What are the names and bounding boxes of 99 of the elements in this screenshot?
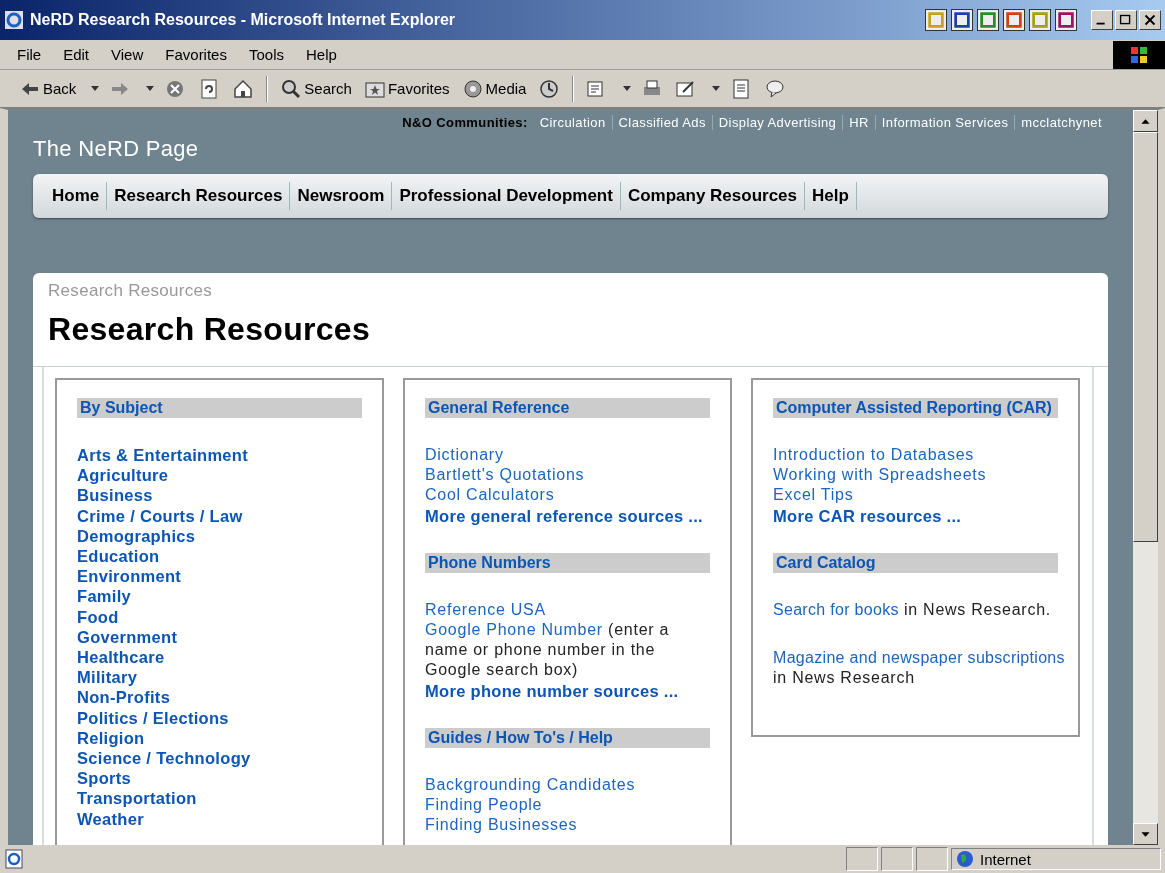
section-heading: Computer Assisted Reporting (CAR) (773, 398, 1058, 418)
app-launch-icon[interactable] (1003, 9, 1025, 31)
search-icon (280, 77, 303, 100)
window-title: NeRD Research Resources - Microsoft Internet Explorer (30, 11, 456, 29)
subject-link[interactable]: Demographics (77, 525, 362, 546)
home-icon (232, 77, 255, 100)
security-zone: Internet (980, 850, 1031, 868)
section-heading: Card Catalog (773, 552, 1058, 573)
app-launch-icon[interactable] (951, 9, 973, 31)
more-link[interactable]: More general reference sources ... (425, 505, 710, 526)
more-link[interactable]: More CAR resources ... (773, 505, 1058, 526)
resource-link[interactable]: Finding People (425, 795, 710, 816)
section-heading: By Subject (77, 398, 362, 418)
community-link[interactable]: Information Services (874, 115, 1015, 130)
menu-item[interactable]: Favorites (154, 46, 238, 63)
section-heading: Phone Numbers (425, 552, 710, 573)
nav-link[interactable]: Research Resources (107, 182, 291, 210)
nav-link[interactable]: Home (45, 182, 108, 210)
toolbar-button[interactable]: Back (16, 75, 80, 102)
subject-link[interactable]: Arts & Entertainment (77, 445, 362, 466)
subject-link[interactable]: Science / Technology (77, 748, 362, 769)
nav-link[interactable]: Newsroom (290, 182, 393, 210)
community-link[interactable]: Classified Ads (611, 115, 712, 130)
resource-link[interactable]: Finding Businesses (425, 815, 710, 836)
app-launch-icon[interactable] (1029, 9, 1051, 31)
nav-link[interactable]: Company Resources (620, 182, 805, 210)
resource-link[interactable]: Bartlett's Quotations (425, 465, 710, 486)
close-icon[interactable] (1139, 10, 1161, 30)
clock-icon (538, 77, 561, 100)
subject-link[interactable]: Non-Profits (77, 687, 362, 708)
resource-link[interactable]: Excel Tips (773, 485, 1058, 506)
caret-icon[interactable] (711, 85, 722, 92)
status-panel (846, 847, 878, 871)
nav-link[interactable]: Professional Development (392, 182, 621, 210)
section-heading: Guides / How To's / Help (425, 727, 710, 748)
caret-icon[interactable] (90, 85, 101, 92)
status-panel (916, 847, 948, 871)
subject-link[interactable]: Military (77, 667, 362, 688)
subject-link[interactable]: Healthcare (77, 647, 362, 668)
more-link[interactable]: More phone number sources ... (425, 680, 710, 701)
resource-link[interactable]: Reference USA (425, 599, 710, 620)
community-link[interactable]: HR (842, 115, 875, 130)
resource-link[interactable]: Backgrounding Candidates (425, 774, 710, 796)
disc-icon (461, 77, 484, 100)
subject-link[interactable]: Crime / Courts / Law (77, 505, 362, 526)
communities-label: N&O Communities: (402, 115, 528, 130)
minimize-icon[interactable] (1091, 10, 1113, 30)
resource-link[interactable]: Search for books (773, 600, 899, 618)
toolbar-button[interactable]: Media (458, 75, 530, 102)
scroll-down-icon[interactable] (1133, 823, 1158, 845)
subject-link[interactable]: Food (77, 606, 362, 627)
resource-description: Google Phone Number (enter a name or phone number in the Google search box) (425, 620, 671, 681)
browser-logo-icon (4, 10, 24, 30)
toolbar-button[interactable]: Favorites (360, 75, 453, 102)
app-launch-icon[interactable] (925, 9, 947, 31)
menu-item[interactable]: Tools (237, 46, 295, 63)
maximize-icon[interactable] (1115, 10, 1137, 30)
subject-link[interactable]: Transportation (77, 788, 362, 809)
status-panel (881, 847, 913, 871)
menu-item[interactable]: View (100, 46, 155, 63)
globe-icon (956, 850, 974, 868)
resource-link[interactable]: Working with Spreadsheets (773, 465, 1058, 486)
section-heading: General Reference (425, 398, 710, 418)
resource-description: Search for books in News Research. (773, 599, 1052, 620)
community-link[interactable]: mcclatchynet (1014, 115, 1108, 130)
speech-bubble-icon (764, 77, 787, 100)
resource-link[interactable]: Cool Calculators (425, 485, 710, 506)
community-link[interactable]: Circulation (533, 115, 612, 130)
page-heading: Research Resources (48, 311, 372, 348)
subject-link[interactable]: Environment (77, 566, 362, 587)
menu-item[interactable]: File (6, 46, 53, 63)
subject-link[interactable]: Family (77, 586, 362, 607)
resource-link[interactable]: Dictionary (425, 445, 710, 466)
subject-link[interactable]: Politics / Elections (77, 707, 362, 728)
subject-link[interactable]: Religion (77, 727, 362, 749)
page-icon (4, 849, 24, 869)
subject-link[interactable]: Agriculture (77, 465, 362, 486)
site-title: The NeRD Page (33, 136, 200, 162)
caret-icon[interactable] (622, 85, 633, 92)
menu-item[interactable]: Help (295, 46, 348, 63)
subject-link[interactable]: Business (77, 485, 362, 506)
subject-link[interactable]: Education (77, 546, 362, 567)
app-launch-icon[interactable] (977, 9, 999, 31)
toolbar-button[interactable]: Search (277, 75, 355, 102)
scroll-thumb[interactable] (1133, 132, 1158, 542)
subject-link[interactable]: Weather (77, 808, 362, 829)
menu-item[interactable]: Edit (52, 46, 101, 63)
scrollbar[interactable] (1133, 110, 1158, 845)
scroll-up-icon[interactable] (1133, 110, 1158, 132)
nav-link[interactable]: Help (805, 182, 857, 210)
subject-link[interactable]: Government (77, 626, 362, 648)
app-launch-icon[interactable] (1055, 9, 1077, 31)
caret-icon[interactable] (145, 85, 156, 92)
subject-link[interactable]: Sports (77, 768, 362, 789)
resource-link[interactable]: Google Phone Number (425, 621, 603, 638)
resource-link[interactable]: Magazine and newspaper subscriptions (773, 649, 1065, 666)
community-link[interactable]: Display Advertising (711, 115, 843, 130)
windows-logo-icon (1113, 40, 1165, 69)
resource-link[interactable]: Introduction to Databases (773, 445, 1058, 466)
